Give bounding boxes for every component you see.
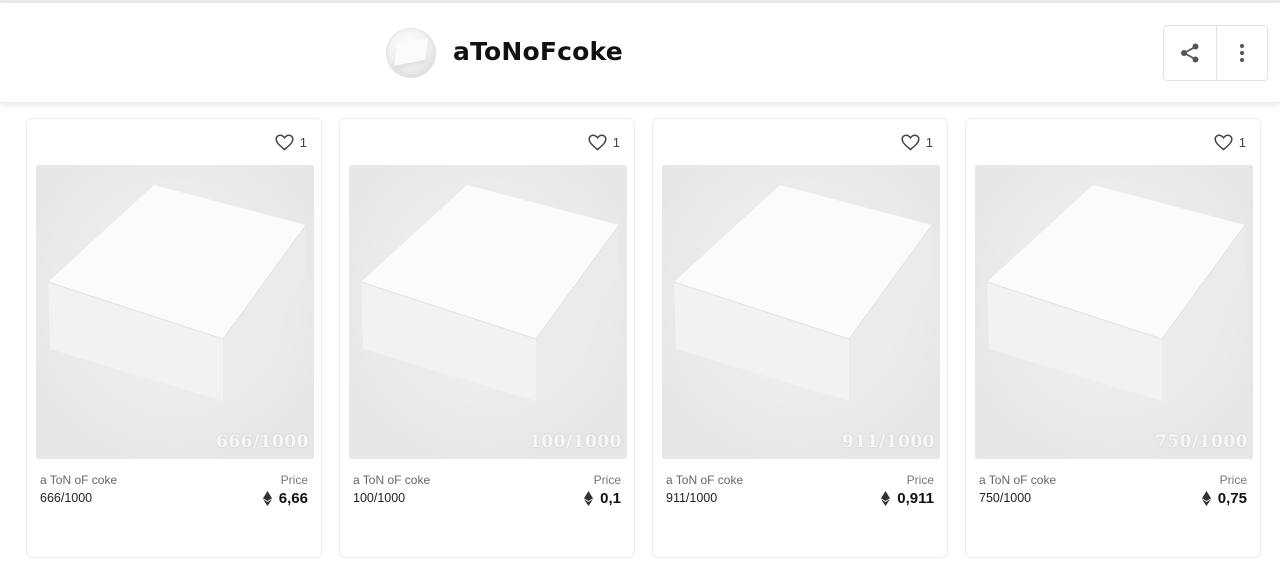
price: 6,66 (262, 490, 308, 507)
box-illustration (349, 165, 627, 459)
nft-card[interactable]: 1 666/1000 a ToN oF coke 666/1000 Price (26, 118, 322, 558)
eth-icon (1201, 491, 1211, 506)
nft-image[interactable]: 750/1000 (975, 165, 1253, 459)
eth-icon (881, 491, 891, 506)
nft-image[interactable]: 666/1000 (36, 165, 314, 459)
price-label: Price (280, 473, 308, 487)
like-count: 1 (299, 134, 307, 150)
avatar-box-image (394, 38, 428, 66)
card-item-name[interactable]: 750/1000 (979, 491, 1031, 505)
price-label: Price (906, 473, 934, 487)
edition-watermark: 911/1000 (841, 432, 935, 452)
price-label: Price (593, 473, 621, 487)
price: 0,75 (1201, 490, 1247, 507)
price-label: Price (1219, 473, 1247, 487)
header-actions (1163, 25, 1268, 81)
like-count: 1 (1238, 134, 1246, 150)
edition-watermark: 100/1000 (528, 432, 622, 452)
nft-image[interactable]: 100/1000 (349, 165, 627, 459)
like-count: 1 (925, 134, 933, 150)
collection-avatar[interactable] (386, 28, 436, 78)
box-illustration (662, 165, 940, 459)
heart-icon (901, 133, 920, 150)
like-button[interactable]: 1 (901, 132, 933, 152)
more-options-button[interactable] (1215, 26, 1268, 80)
price: 0,1 (584, 490, 621, 507)
eth-icon (262, 491, 272, 506)
more-vertical-icon (1239, 44, 1244, 62)
like-button[interactable]: 1 (275, 132, 307, 152)
price-value: 0,911 (897, 490, 934, 507)
nft-card[interactable]: 1 911/1000 a ToN oF coke 911/1000 Price (652, 118, 948, 558)
like-button[interactable]: 1 (1214, 132, 1246, 152)
eth-icon (584, 491, 594, 506)
card-item-name[interactable]: 100/1000 (353, 491, 405, 505)
box-illustration (975, 165, 1253, 459)
nft-card[interactable]: 1 100/1000 a ToN oF coke 100/1000 Price (339, 118, 635, 558)
box-illustration (36, 165, 314, 459)
price-value: 0,75 (1217, 490, 1247, 507)
heart-icon (1214, 133, 1233, 150)
card-item-name[interactable]: 666/1000 (40, 491, 92, 505)
nft-card-grid: 1 666/1000 a ToN oF coke 666/1000 Price (26, 118, 1262, 558)
card-collection-name[interactable]: a ToN oF coke (40, 473, 117, 487)
edition-watermark: 750/1000 (1154, 432, 1248, 452)
card-collection-name[interactable]: a ToN oF coke (979, 473, 1056, 487)
heart-icon (275, 133, 294, 150)
like-button[interactable]: 1 (588, 132, 620, 152)
price: 0,911 (881, 490, 934, 507)
price-value: 0,1 (600, 490, 621, 507)
card-item-name[interactable]: 911/1000 (666, 491, 717, 505)
nft-card[interactable]: 1 750/1000 a ToN oF coke 750/1000 Price (965, 118, 1261, 558)
like-count: 1 (612, 134, 620, 150)
card-collection-name[interactable]: a ToN oF coke (666, 473, 743, 487)
collection-title: aToNoFcoke (453, 37, 623, 66)
nft-image[interactable]: 911/1000 (662, 165, 940, 459)
collection-header: aToNoFcoke (0, 3, 1280, 103)
share-icon (1180, 43, 1199, 63)
edition-watermark: 666/1000 (215, 432, 309, 452)
card-collection-name[interactable]: a ToN oF coke (353, 473, 430, 487)
heart-icon (588, 133, 607, 150)
share-button[interactable] (1164, 26, 1216, 80)
price-value: 6,66 (278, 490, 308, 507)
